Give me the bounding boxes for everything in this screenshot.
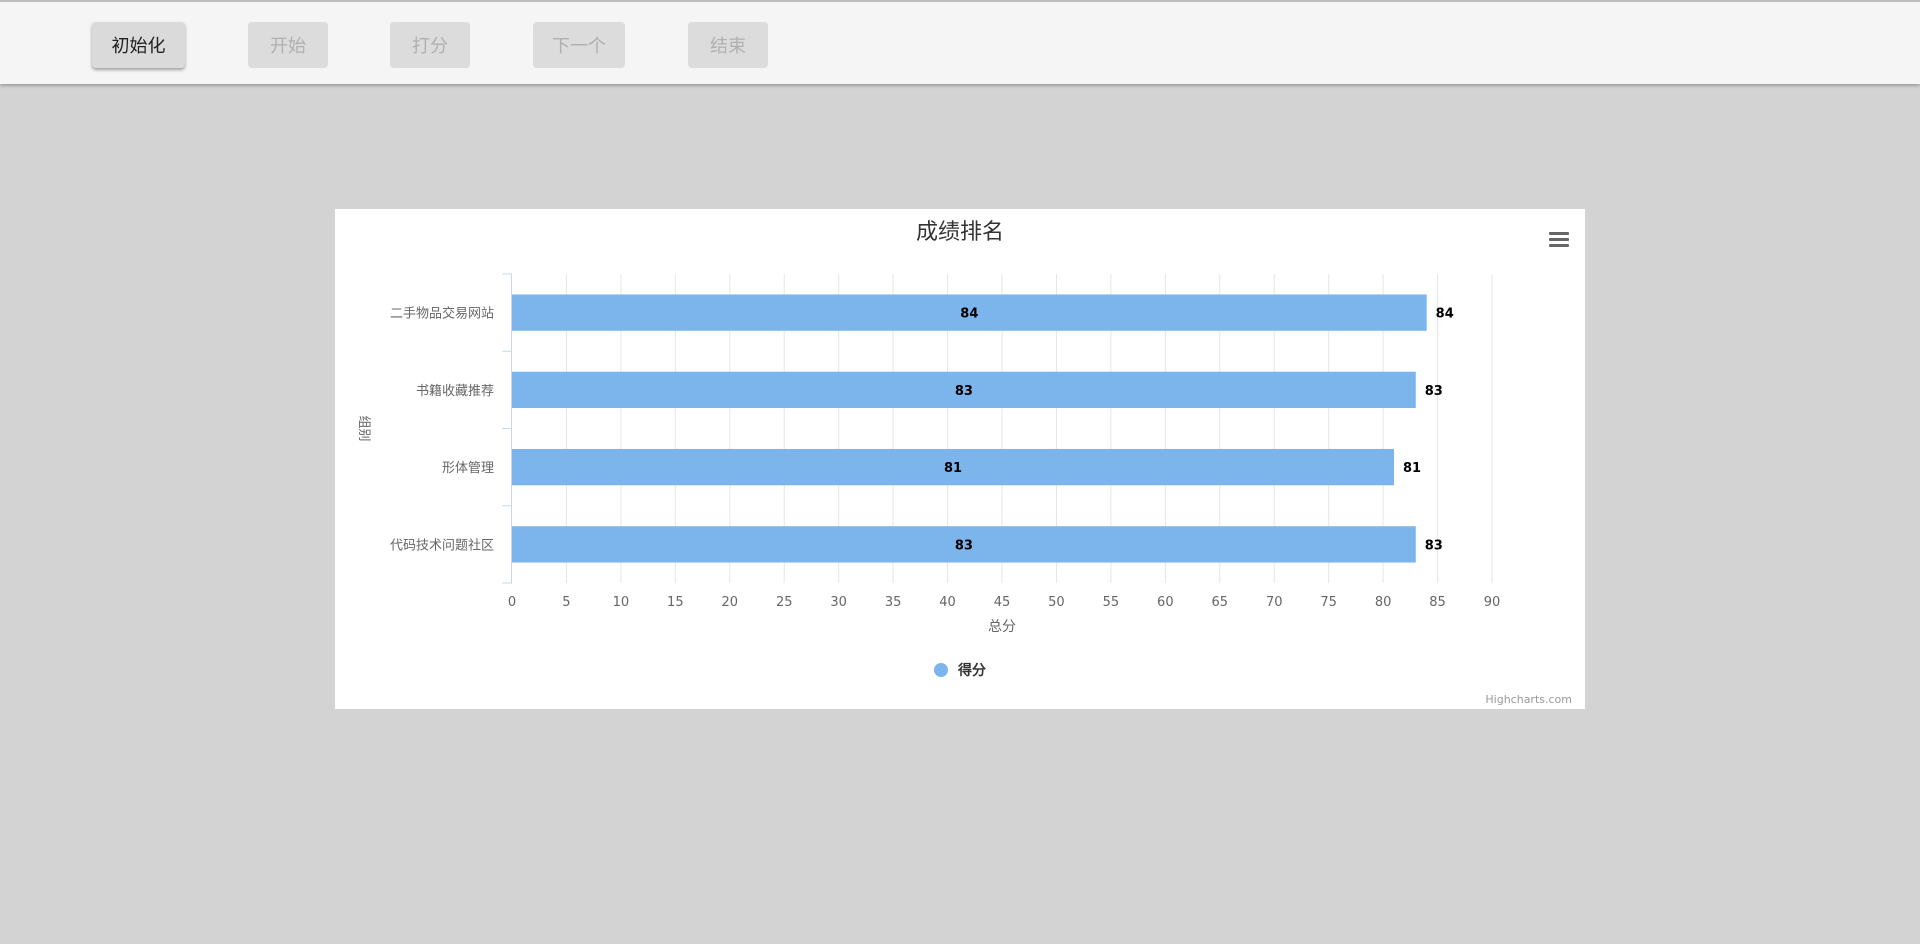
score-button[interactable]: 打分 <box>390 22 470 68</box>
bar-inner-value-label: 83 <box>955 538 973 553</box>
x-tick-label: 65 <box>1212 595 1229 610</box>
category-label: 形体管理 <box>442 461 494 476</box>
legend-marker[interactable] <box>934 663 948 677</box>
chart-menu-icon[interactable] <box>1545 225 1573 253</box>
bar-end-value-label: 81 <box>1403 461 1421 476</box>
category-label: 书籍收藏推荐 <box>416 383 494 399</box>
bar-chart: 成绩排名 0 5 10 15 20 25 30 35 40 45 50 55 60 65 70 75 80 85 90… <box>356 220 1572 706</box>
init-button[interactable]: 初始化 <box>92 22 185 68</box>
bar-inner-value-label: 83 <box>955 384 973 399</box>
toolbar: 初始化 开始 打分 下一个 结束 <box>0 0 1920 84</box>
x-tick-label: 90 <box>1484 595 1501 610</box>
category-axis-title: 组别 <box>356 415 371 441</box>
x-tick-label: 40 <box>939 595 956 610</box>
bar-end-value-label: 83 <box>1425 384 1443 399</box>
x-tick-label: 5 <box>562 595 570 610</box>
x-tick-label: 25 <box>776 595 793 610</box>
x-tick-label: 50 <box>1048 595 1065 610</box>
bar-end-value-label: 84 <box>1436 307 1454 322</box>
x-tick-label: 15 <box>667 595 684 610</box>
bar-end-value-label: 83 <box>1425 538 1443 553</box>
chart-container: 成绩排名 0 5 10 15 20 25 30 35 40 45 50 55 60 65 70 75 80 85 90… <box>335 209 1585 709</box>
x-tick-label: 30 <box>830 595 847 610</box>
x-tick-label: 10 <box>613 595 630 610</box>
legend-item-label[interactable]: 得分 <box>957 662 986 679</box>
category-label: 代码技术问题社区 <box>390 537 494 553</box>
x-tick-label: 55 <box>1103 595 1120 610</box>
value-axis-title: 总分 <box>988 619 1016 635</box>
x-tick-label: 20 <box>722 595 739 610</box>
x-tick-label: 85 <box>1429 595 1446 610</box>
x-tick-label: 75 <box>1320 595 1337 610</box>
end-button[interactable]: 结束 <box>688 22 768 68</box>
x-tick-label: 80 <box>1375 595 1392 610</box>
x-tick-label: 60 <box>1157 595 1174 610</box>
x-tick-label: 45 <box>994 595 1011 610</box>
x-tick-label: 35 <box>885 595 902 610</box>
x-tick-label: 0 <box>508 595 516 610</box>
x-tick-label: 70 <box>1266 595 1283 610</box>
credits-link[interactable]: Highcharts.com <box>1485 693 1572 706</box>
bar-inner-value-label: 84 <box>960 307 978 322</box>
chart-title: 成绩排名 <box>916 220 1004 245</box>
bar-inner-value-label: 81 <box>944 461 962 476</box>
start-button[interactable]: 开始 <box>248 22 328 68</box>
next-button[interactable]: 下一个 <box>533 22 625 68</box>
category-label: 二手物品交易网站 <box>390 306 494 322</box>
